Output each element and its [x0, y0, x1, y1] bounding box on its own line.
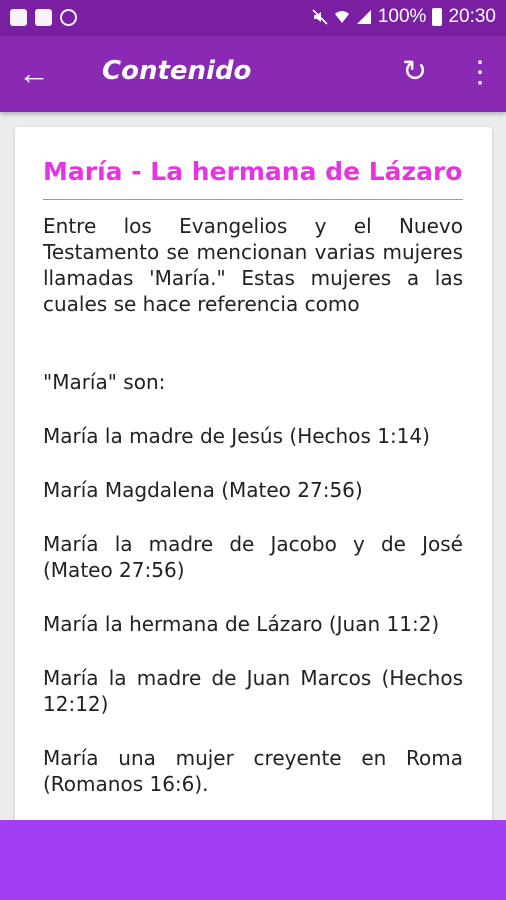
list-item: María la madre de Jacobo y de José (Mate…	[43, 532, 463, 582]
refresh-button[interactable]: ↻	[402, 56, 434, 88]
gallery-icon	[35, 9, 52, 26]
wifi-icon	[334, 9, 350, 25]
notification-icons	[10, 9, 77, 26]
battery-percent: 100%	[377, 6, 427, 27]
arrow-back-icon: ←	[18, 55, 50, 91]
facebook-icon	[10, 9, 27, 26]
list-item: María la hermana de Lázaro (Juan 11:2)	[43, 612, 440, 636]
status-bar: 100% 20:30	[0, 0, 506, 36]
article-body: Entre los Evangelios y el Nuevo Testamen…	[43, 213, 463, 797]
list-item: María Magdalena (Mateo 27:56)	[43, 478, 363, 502]
list-item: María la madre de Jesús (Hechos 1:14)	[43, 424, 430, 448]
page-title: Contenido	[102, 56, 252, 86]
more-options-button[interactable]: ⋮	[465, 56, 495, 90]
article-title: María - La hermana de Lázaro	[43, 157, 463, 186]
list-item: María una mujer creyente en Roma (Romano…	[43, 746, 463, 796]
back-button[interactable]: ←	[18, 56, 52, 90]
whatsapp-icon	[60, 9, 77, 26]
system-icons: 100% 20:30	[312, 6, 496, 28]
clock: 20:30	[448, 6, 496, 27]
signal-icon	[356, 9, 372, 25]
battery-icon	[432, 8, 443, 26]
refresh-icon: ↻	[402, 55, 428, 88]
bottom-bar	[0, 820, 506, 900]
intro-paragraph: Entre los Evangelios y el Nuevo Testamen…	[43, 214, 463, 316]
more-vert-icon: ⋮	[465, 56, 495, 89]
lead-paragraph: "María" son:	[43, 370, 166, 394]
app-bar: ← Contenido ↻ ⋮	[0, 36, 506, 112]
content-card: María - La hermana de Lázaro Entre los E…	[15, 127, 492, 827]
title-divider	[43, 199, 463, 200]
list-item: María la madre de Juan Marcos (Hechos 12…	[43, 666, 463, 716]
mute-icon	[312, 9, 328, 25]
